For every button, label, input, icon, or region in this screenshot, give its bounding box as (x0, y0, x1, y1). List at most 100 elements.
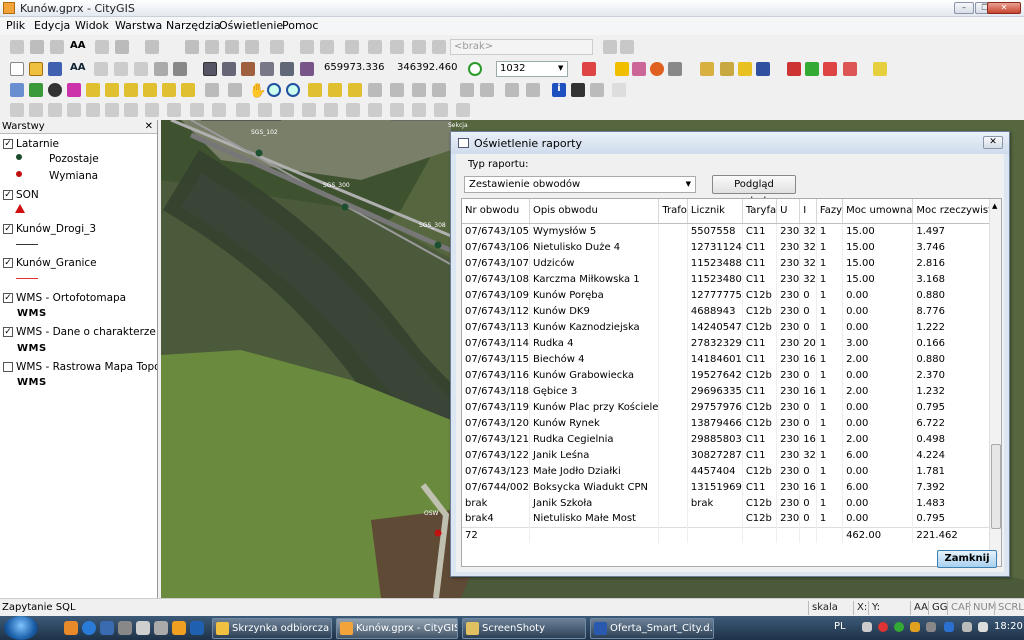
tray-icon[interactable] (862, 622, 872, 632)
select-icon[interactable] (145, 40, 159, 54)
report-type-select[interactable]: Zestawienie obwodów ▼ (464, 176, 696, 193)
table-row[interactable]: 07/6743/119 Kunów Plac przy Kościele 29757… (462, 399, 1001, 415)
legend2-icon[interactable] (105, 83, 119, 97)
copy-icon[interactable] (320, 40, 334, 54)
tool-b-icon[interactable] (700, 62, 714, 76)
lamp-point[interactable] (255, 149, 263, 157)
app-b-icon[interactable] (172, 621, 186, 635)
table-row[interactable]: brak4 Nietulisko Małe Most C12b 230 0 1 0.00 0.… (462, 511, 1001, 527)
vertex2-icon[interactable] (258, 103, 272, 117)
info-icon[interactable]: i (552, 83, 566, 97)
zoom-layer-icon[interactable] (308, 83, 322, 97)
vertex-icon[interactable] (236, 103, 250, 117)
pan-disabled-icon[interactable] (205, 40, 219, 54)
move-icon[interactable] (190, 103, 204, 117)
vertex3-icon[interactable] (280, 103, 294, 117)
menu-edycja[interactable]: Edycja (34, 19, 70, 32)
labels-icon[interactable]: AA (70, 62, 90, 76)
draw-circle-icon[interactable] (86, 103, 100, 117)
app-a-icon[interactable] (154, 621, 168, 635)
grid3-icon[interactable] (205, 83, 219, 97)
vertex4-icon[interactable] (302, 103, 316, 117)
table-row[interactable]: 07/6743/115 Biechów 4 14184601 C11 230 16 1 2.0… (462, 351, 1001, 367)
undo2-icon[interactable] (114, 62, 128, 76)
tray-icon[interactable] (926, 622, 936, 632)
column-header[interactable]: Opis obwodu (529, 199, 660, 224)
column-header[interactable]: U (776, 199, 801, 224)
pan-icon[interactable]: ✋ (249, 83, 266, 99)
table-row[interactable]: 07/6743/120 Kunów Rynek 13879466 C12b 230 0 1 0… (462, 415, 1001, 431)
lamp-point-replace[interactable] (434, 529, 442, 537)
column-header[interactable]: Moc rzeczywista (912, 199, 1000, 224)
report-table[interactable]: Nr obwodu Opis obwodu Trafo Licznik Taryfa U I… (461, 198, 1002, 567)
png-icon[interactable] (823, 62, 837, 76)
draw-point-icon[interactable] (48, 103, 62, 117)
import-icon[interactable] (805, 62, 819, 76)
layer-icon[interactable] (368, 40, 382, 54)
measure-icon[interactable] (270, 40, 284, 54)
table-row[interactable]: 07/6743/122 Janik Leśna 30827287 C11 230 32 1 6… (462, 447, 1001, 463)
menu-oswietlenie[interactable]: Oświetlenie (219, 19, 283, 32)
draw-rect-icon[interactable] (67, 103, 81, 117)
measure3-icon[interactable] (480, 83, 494, 97)
print-preview-icon[interactable] (173, 62, 187, 76)
table-row[interactable]: 07/6743/114 Rudka 4 27832329 C11 230 20 1 3.00 0… (462, 335, 1001, 351)
table-row[interactable]: 07/6743/112 Kunów DK9 4688943 C12b 230 0 1 0.00… (462, 303, 1001, 319)
table-row[interactable]: 07/6743/121 Rudka Cegielnia 29885803 C11 230… (462, 431, 1001, 447)
prev-view-icon[interactable] (368, 83, 382, 97)
route-icon[interactable] (590, 83, 604, 97)
close-icon[interactable]: ✕ (983, 136, 1003, 149)
table-row[interactable]: 07/6743/123 Małe Jodło Działki 4457404 C12b… (462, 463, 1001, 479)
menu-warstwa[interactable]: Warstwa (115, 19, 162, 32)
column-header[interactable]: Fazy (816, 199, 844, 224)
bluetooth-icon[interactable] (944, 622, 954, 632)
layer-granice[interactable]: ✓ Kunów_Granice (3, 257, 157, 269)
close-button[interactable]: ✕ (987, 2, 1021, 14)
layer3-icon[interactable] (412, 40, 426, 54)
zoom-disabled-icon[interactable] (225, 40, 239, 54)
vertex6-icon[interactable] (346, 103, 360, 117)
checkbox-granice[interactable]: ✓ (3, 258, 13, 268)
minimize-button[interactable]: – (954, 2, 974, 14)
measure2-icon[interactable] (460, 83, 474, 97)
window-icon[interactable] (203, 62, 217, 76)
new-feature-icon[interactable] (10, 40, 24, 54)
print-icon[interactable] (154, 62, 168, 76)
globe-icon[interactable] (48, 83, 62, 97)
checkbox-ortofotomapa[interactable]: ✓ (3, 293, 13, 303)
taskbar-item-oferta[interactable]: Oferta_Smart_City.d... (590, 618, 714, 639)
checkbox-rastrowa[interactable] (3, 362, 13, 372)
style-icon[interactable] (67, 83, 81, 97)
report-icon[interactable] (300, 62, 314, 76)
select2-icon[interactable] (505, 83, 519, 97)
flag-icon[interactable] (668, 62, 682, 76)
add-layer-icon[interactable] (29, 83, 43, 97)
start-button[interactable] (4, 616, 38, 640)
taskbar-item-mail[interactable]: Skrzynka odbiorcza ... (212, 618, 332, 639)
table-row[interactable]: 07/6743/106 Nietulisko Duże 4 12731124 C11 2… (462, 239, 1001, 255)
table-row[interactable]: 07/6743/107 Udziców 11523488 C11 230 32 1 15.00… (462, 255, 1001, 271)
label-aa-icon[interactable]: AA (70, 40, 90, 54)
table-row[interactable]: 07/6743/113 Kunów Kaznodziejska 14240547 C1… (462, 319, 1001, 335)
language-indicator[interactable]: PL (834, 621, 846, 632)
folder-icon[interactable] (64, 621, 78, 635)
save-icon[interactable] (48, 62, 62, 76)
grid2-icon[interactable] (260, 62, 274, 76)
column-header[interactable]: Licznik (687, 199, 743, 224)
column-header[interactable]: I (799, 199, 817, 224)
menu-widok[interactable]: Widok (75, 19, 109, 32)
taskbar-item-citygis[interactable]: Kunów.gprx - CityGIS (336, 618, 458, 639)
open-folder-icon[interactable] (29, 62, 43, 76)
merge-icon[interactable] (145, 103, 159, 117)
delete-icon[interactable] (50, 40, 64, 54)
table-row[interactable]: 07/6743/108 Karczma Miłkowska 1 11523480 C1… (462, 271, 1001, 287)
tray-icon[interactable] (894, 622, 904, 632)
snap-icon[interactable] (603, 40, 617, 54)
layer-rastrowa-mapa[interactable]: WMS - Rastrowa Mapa Topog... (3, 361, 157, 373)
vertex11-icon[interactable] (456, 103, 470, 117)
zoom-sel-icon[interactable] (348, 83, 362, 97)
layer4-icon[interactable] (432, 40, 446, 54)
tool-c-icon[interactable] (720, 62, 734, 76)
next-view-icon[interactable] (390, 83, 404, 97)
pointer-icon[interactable] (185, 40, 199, 54)
